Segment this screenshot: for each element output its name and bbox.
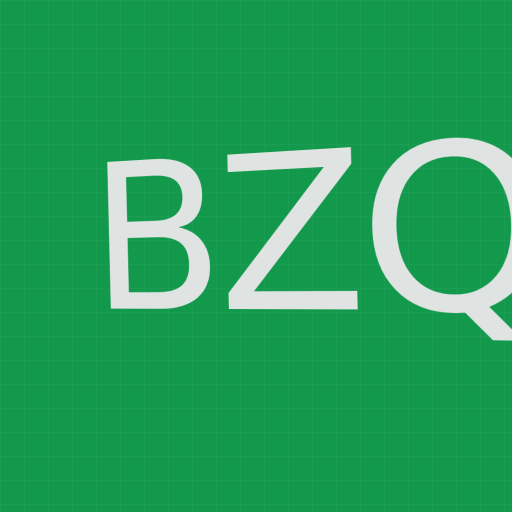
logo-tile: BZQ: [0, 0, 512, 512]
logo-text: BZQ: [88, 87, 512, 367]
